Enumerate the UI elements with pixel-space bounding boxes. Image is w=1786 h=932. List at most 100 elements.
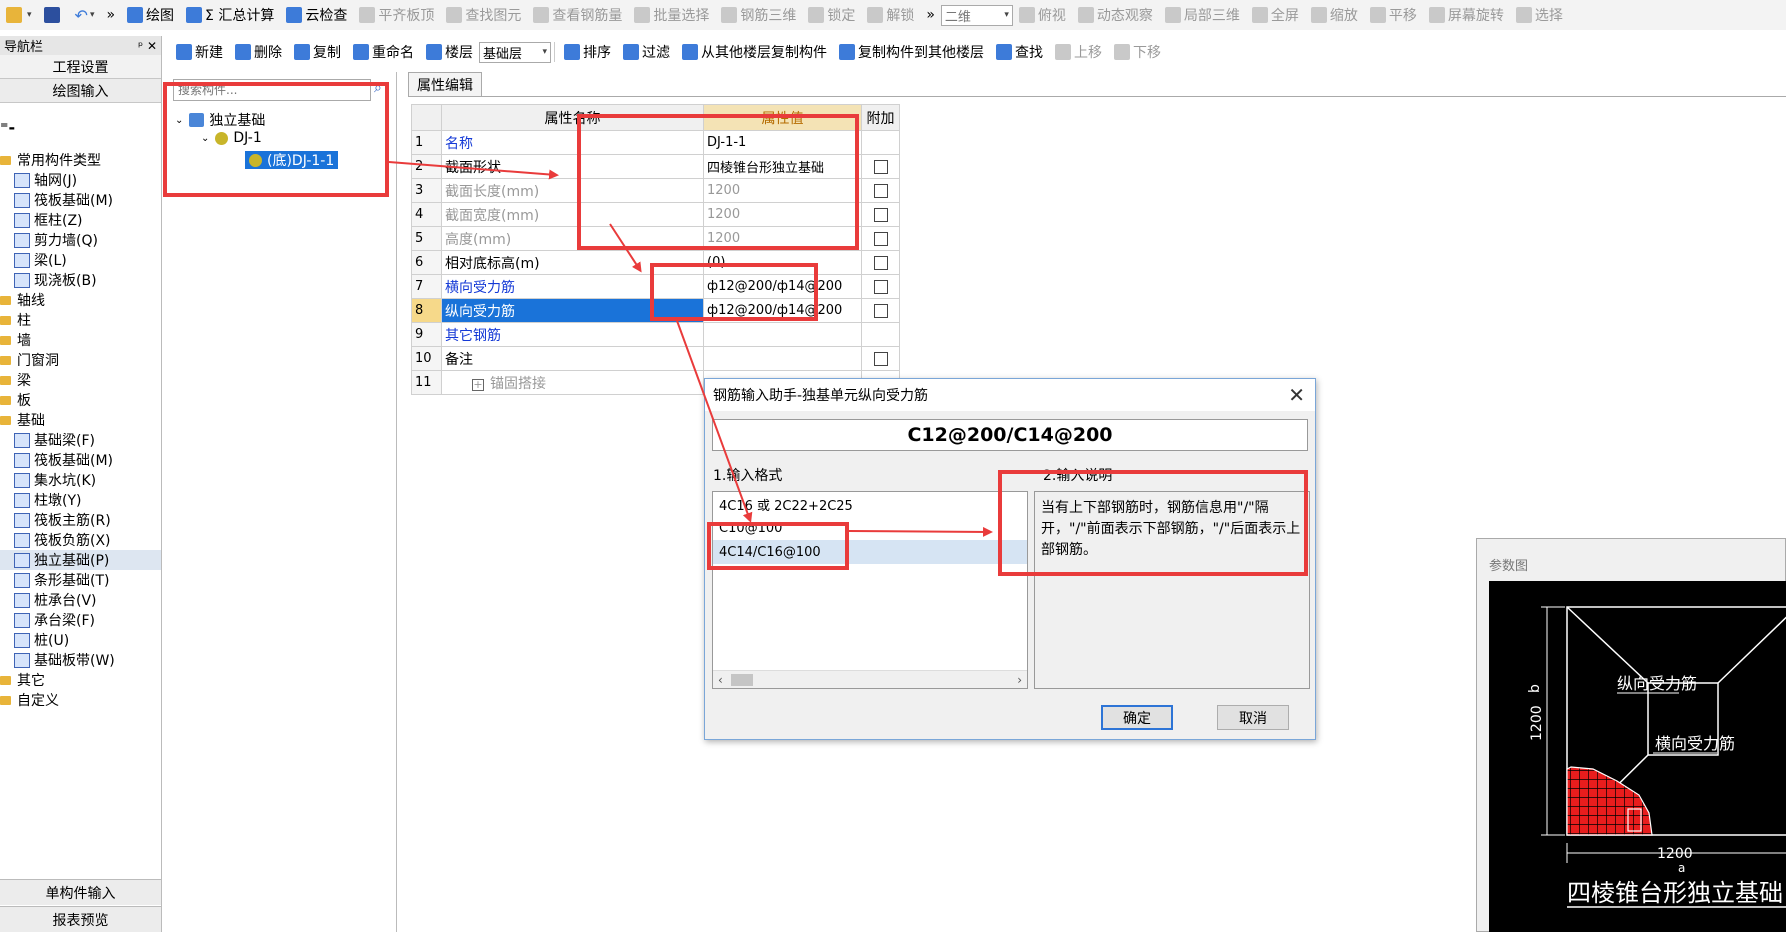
property-row[interactable]: 8 纵向受力筋 ф12@200/ф14@200	[411, 298, 900, 323]
horizontal-scrollbar[interactable]: ‹ ›	[713, 670, 1027, 688]
chevron-down-icon-2[interactable]: ⌄	[201, 133, 209, 144]
component-tool-toolbar2-items-2[interactable]: 复制	[288, 40, 347, 64]
view-tool-6[interactable]: 屏幕旋转	[1423, 3, 1510, 27]
property-row[interactable]: 2 截面形状 四棱锥台形独立基础	[411, 154, 900, 179]
nav-tree-item[interactable]: 轴线	[0, 290, 161, 310]
nav-tree-item[interactable]: 筏板基础(M)	[0, 450, 161, 470]
component-tool-toolbar2-items2-4[interactable]: 查找	[990, 40, 1049, 64]
property-row[interactable]: 7 横向受力筋 ф12@200/ф14@200	[411, 274, 900, 299]
property-value[interactable]	[703, 322, 862, 347]
property-row[interactable]: 9 其它钢筋	[411, 322, 900, 347]
cancel-button[interactable]: 取消	[1217, 705, 1289, 730]
nav-tree-item[interactable]: 柱	[0, 310, 161, 330]
nav-tree-item[interactable]: 板	[0, 390, 161, 410]
nav-tree-item[interactable]: 承台梁(F)	[0, 610, 161, 630]
nav-tree-item[interactable]: 基础	[0, 410, 161, 430]
ok-button[interactable]: 确定	[1101, 705, 1173, 730]
component-tool-toolbar2-items2-3[interactable]: 复制构件到其他楼层	[833, 40, 990, 64]
nav-tree-item[interactable]: 条形基础(T)	[0, 570, 161, 590]
chevron-down-icon[interactable]: ⌄	[175, 115, 183, 126]
view-tool-5[interactable]: 平移	[1364, 3, 1423, 27]
toolbar-button-0[interactable]: 绘图	[121, 3, 180, 27]
view-tool-2[interactable]: 局部三维	[1159, 3, 1246, 27]
view-tool-0[interactable]: 俯视	[1013, 3, 1072, 27]
property-row[interactable]: 5 高度(mm) 1200	[411, 226, 900, 251]
extra-checkbox[interactable]	[873, 279, 888, 294]
extra-checkbox[interactable]	[873, 303, 888, 318]
property-row[interactable]: 6 相对底标高(m) (0)	[411, 250, 900, 275]
component-tool-toolbar2-items-1[interactable]: 删除	[229, 40, 288, 64]
nav-tree-item[interactable]: 门窗洞	[0, 350, 161, 370]
view-tool-3[interactable]: 全屏	[1246, 3, 1305, 27]
nav-tree-item[interactable]: 筏板主筋(R)	[0, 510, 161, 530]
nav-tree-item[interactable]: 墙	[0, 330, 161, 350]
nav-tree-item[interactable]: 柱墩(Y)	[0, 490, 161, 510]
property-value[interactable]: 1200	[703, 178, 862, 203]
nav-tree-item[interactable]: 自定义	[0, 690, 161, 710]
nav-pin-close-icon[interactable]: ᵖ ✕	[138, 39, 157, 53]
nav-tree-item[interactable]: 集水坑(K)	[0, 470, 161, 490]
search-icon[interactable]: ⌕	[374, 80, 390, 98]
toolbar-button-1[interactable]: Σ 汇总计算	[180, 3, 280, 27]
property-value[interactable]	[703, 346, 862, 371]
nav-button-single-component[interactable]: 单构件输入	[0, 879, 161, 905]
component-search-input[interactable]	[173, 79, 371, 101]
toolbar-button-9[interactable]: 解锁	[861, 3, 920, 27]
nav-button-project-settings[interactable]: 工程设置	[0, 55, 161, 79]
nav-tree-item[interactable]: 筏板负筋(X)	[0, 530, 161, 550]
property-value[interactable]: 1200	[703, 226, 862, 251]
nav-tree-item[interactable]: 基础板带(W)	[0, 650, 161, 670]
extra-checkbox[interactable]	[873, 159, 888, 174]
save-button[interactable]	[38, 3, 69, 27]
extra-checkbox[interactable]	[873, 255, 888, 270]
component-tool-toolbar2-items2-0[interactable]: 排序	[558, 40, 617, 64]
component-tool-toolbar2-items2-2[interactable]: 从其他楼层复制构件	[676, 40, 833, 64]
comp-tree-child[interactable]: ⌄ DJ-1	[201, 130, 262, 146]
toolbar-overflow-icon[interactable]: »	[100, 3, 121, 27]
nav-button-drawing-input[interactable]: 绘图输入	[0, 79, 161, 103]
toolbar-button-6[interactable]: 批量选择	[628, 3, 715, 27]
property-row[interactable]: 3 截面长度(mm) 1200	[411, 178, 900, 203]
extra-checkbox[interactable]	[873, 351, 888, 366]
component-tool-toolbar2-disabled-1[interactable]: 下移	[1108, 40, 1167, 64]
property-value[interactable]: ф12@200/ф14@200	[703, 274, 862, 299]
component-tool-toolbar2-items-0[interactable]: 新建	[170, 40, 229, 64]
view-tool-7[interactable]: 选择	[1510, 3, 1569, 27]
close-icon[interactable]: ✕	[1288, 383, 1305, 407]
nav-tree-item[interactable]: 梁(L)	[0, 250, 161, 270]
floor-select[interactable]: 基础层 ▾	[479, 41, 551, 63]
nav-tree-item[interactable]: 剪力墙(Q)	[0, 230, 161, 250]
nav-tree-item[interactable]: 框柱(Z)	[0, 210, 161, 230]
rebar-value-field[interactable]: C12@200/C14@200	[712, 419, 1308, 451]
extra-checkbox[interactable]	[873, 231, 888, 246]
toolbar-button-5[interactable]: 查看钢筋量	[527, 3, 628, 27]
view-tool-1[interactable]: 动态观察	[1072, 3, 1159, 27]
property-row[interactable]: 10 备注	[411, 346, 900, 371]
tree-collapse-icon[interactable]: ⁼-	[0, 118, 15, 137]
scroll-right-icon[interactable]: ›	[1017, 673, 1022, 687]
nav-tree-item[interactable]: 梁	[0, 370, 161, 390]
toolbar-button-7[interactable]: 钢筋三维	[715, 3, 802, 27]
scroll-left-icon[interactable]: ‹	[718, 673, 723, 687]
extra-checkbox[interactable]	[873, 183, 888, 198]
nav-tree-item[interactable]: 独立基础(P)	[0, 550, 161, 570]
toolbar-button-8[interactable]: 锁定	[802, 3, 861, 27]
open-folder-button[interactable]: ▾	[0, 3, 38, 27]
nav-tree-item[interactable]: 现浇板(B)	[0, 270, 161, 290]
nav-tree-item[interactable]: 轴网(J)	[0, 170, 161, 190]
extra-checkbox[interactable]	[873, 207, 888, 222]
property-row[interactable]: 4 截面宽度(mm) 1200	[411, 202, 900, 227]
toolbar-button-4[interactable]: 查找图元	[440, 3, 527, 27]
property-value[interactable]: 1200	[703, 202, 862, 227]
component-tool-toolbar2-items2-1[interactable]: 过滤	[617, 40, 676, 64]
toolbar-button-3[interactable]: 平齐板顶	[353, 3, 440, 27]
view-tool-4[interactable]: 缩放	[1305, 3, 1364, 27]
property-row[interactable]: 1 名称 DJ-1-1	[411, 130, 900, 155]
nav-button-report-preview[interactable]: 报表预览	[0, 906, 161, 932]
format-list-item[interactable]: C10@100	[713, 516, 1027, 540]
view-mode-select[interactable]: 二维 ▾	[940, 4, 1013, 26]
nav-tree-item[interactable]: 其它	[0, 670, 161, 690]
format-list-item[interactable]: 4C16 或 2C22+2C25	[713, 492, 1027, 516]
property-value[interactable]: DJ-1-1	[703, 130, 862, 155]
expand-icon[interactable]: +	[472, 378, 484, 391]
